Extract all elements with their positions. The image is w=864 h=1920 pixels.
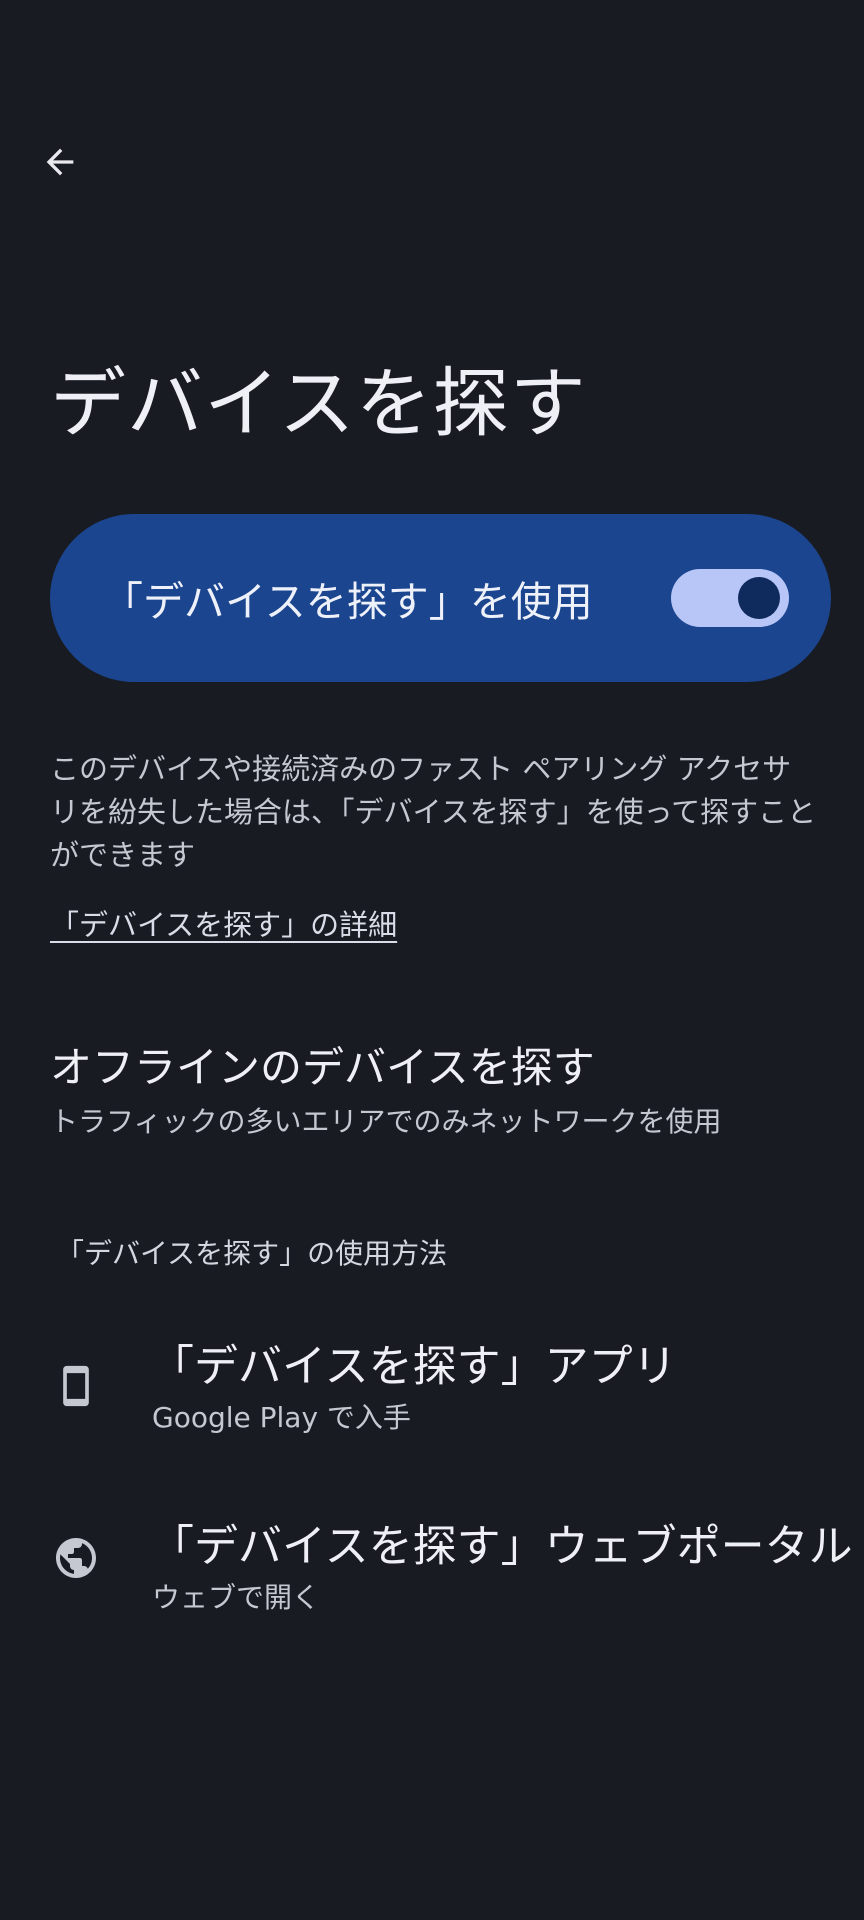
web-portal-item-title: 「デバイスを探す」ウェブポータル bbox=[150, 1521, 853, 1572]
use-find-my-device-switch[interactable] bbox=[671, 569, 789, 627]
web-portal-item-subtitle: ウェブで開く bbox=[152, 1581, 321, 1614]
learn-more-link[interactable]: 「デバイスを探す」の詳細 bbox=[50, 902, 397, 944]
description-text: このデバイスや接続済みのファスト ペアリング アクセサリを紛失した場合は、「デバ… bbox=[50, 752, 817, 872]
find-my-device-web-portal-item[interactable]: 「デバイスを探す」ウェブポータル ウェブで開く bbox=[0, 1490, 864, 1640]
phone-icon bbox=[48, 1358, 104, 1414]
find-my-device-app-item[interactable]: 「デバイスを探す」アプリ Google Play で入手 bbox=[0, 1310, 864, 1460]
globe-icon bbox=[48, 1530, 104, 1586]
use-find-my-device-toggle-card[interactable]: 「デバイスを探す」を使用 bbox=[50, 514, 831, 682]
toggle-label: 「デバイスを探す」を使用 bbox=[102, 578, 593, 626]
page-title: デバイスを探す bbox=[50, 359, 587, 448]
switch-thumb bbox=[738, 577, 780, 619]
app-item-subtitle: Google Play で入手 bbox=[152, 1401, 411, 1434]
arrow-back-icon bbox=[40, 142, 80, 186]
section-header: 「デバイスを探す」の使用方法 bbox=[56, 1237, 448, 1270]
app-item-title: 「デバイスを探す」アプリ bbox=[150, 1341, 677, 1392]
back-button[interactable] bbox=[30, 134, 90, 194]
offline-setting-subtitle: トラフィックの多いエリアでのみネットワークを使用 bbox=[50, 1105, 722, 1138]
offline-setting-title: オフラインのデバイスを探す bbox=[50, 1043, 595, 1092]
